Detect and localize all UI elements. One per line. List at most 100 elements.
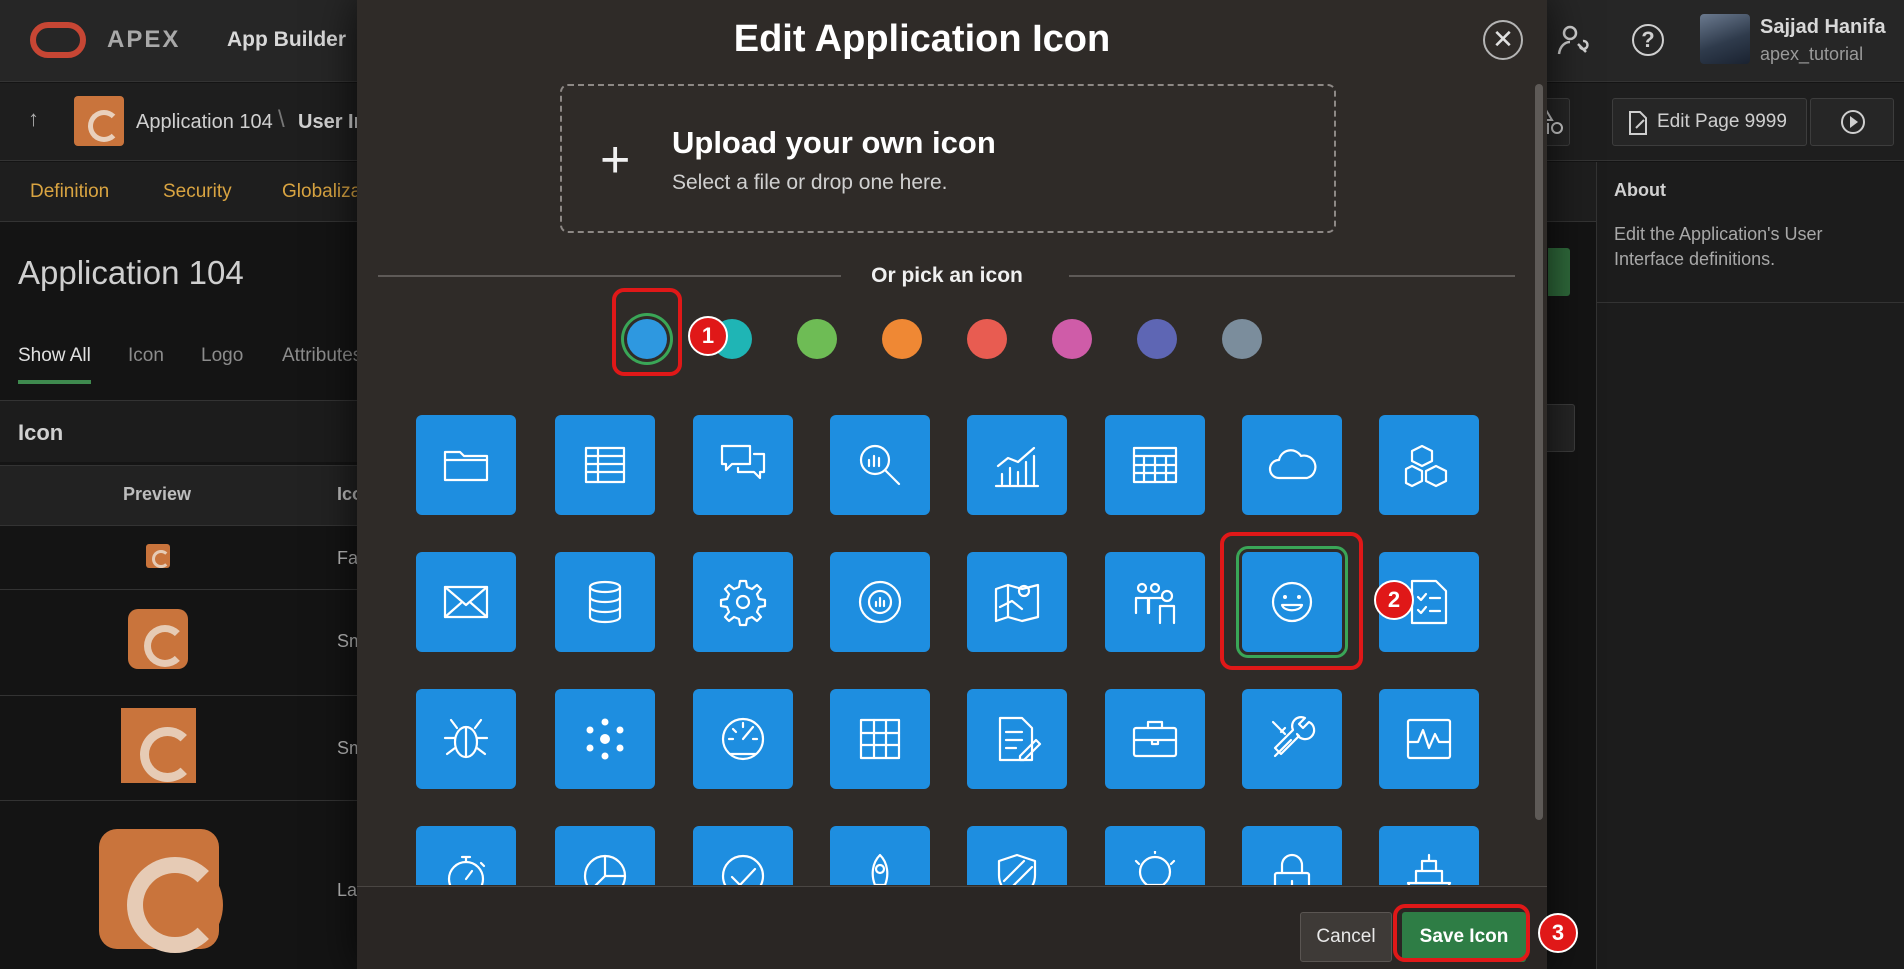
icon-tile[interactable]: [416, 826, 516, 885]
icon-tile[interactable]: [1105, 689, 1205, 789]
gauge-icon: [721, 717, 765, 761]
help-icon[interactable]: ?: [1632, 24, 1664, 56]
annotation-highlight-color: [612, 288, 682, 376]
pie-chart-icon: [583, 854, 627, 885]
active-tab-indicator: [18, 380, 91, 384]
icon-tile[interactable]: [967, 689, 1067, 789]
row-divider: [0, 695, 360, 696]
icon-tile[interactable]: [1105, 415, 1205, 515]
color-swatch[interactable]: [797, 319, 837, 359]
subtab-attributes[interactable]: Attributes: [282, 345, 362, 367]
admin-user-icon[interactable]: [1556, 22, 1592, 58]
column-header-preview: Preview: [123, 484, 192, 504]
run-page-button[interactable]: [1810, 98, 1894, 146]
map-pin-icon: [994, 583, 1040, 623]
nodes-icon: [586, 718, 624, 760]
avatar[interactable]: [1700, 14, 1750, 64]
icon-tile[interactable]: [416, 415, 516, 515]
color-swatch[interactable]: [1137, 319, 1177, 359]
calendar-grid-icon: [1132, 446, 1178, 484]
page-title: Application 104: [18, 254, 244, 291]
shield-icon: [997, 853, 1037, 885]
icon-tile[interactable]: [1242, 415, 1342, 515]
apex-brand: APEX: [107, 26, 181, 53]
bug-icon: [443, 718, 489, 759]
database-icon: [588, 580, 622, 624]
icon-tile[interactable]: [693, 415, 793, 515]
icon-tile[interactable]: [967, 552, 1067, 652]
annotation-number: 3: [1538, 913, 1578, 953]
icon-tile[interactable]: [693, 826, 793, 885]
icon-tile[interactable]: [1379, 689, 1479, 789]
large-icon-preview: [99, 829, 223, 953]
about-text: Edit the Application's User Interface de…: [1614, 224, 1823, 269]
subtab-logo[interactable]: Logo: [201, 345, 243, 367]
annotation-highlight-save: [1393, 904, 1530, 962]
row-divider: [0, 589, 360, 590]
tab-security[interactable]: Security: [163, 181, 232, 203]
plus-icon: +: [600, 131, 631, 189]
cloud-icon: [1268, 449, 1317, 480]
subtab-show-all[interactable]: Show All: [18, 345, 91, 367]
grid-icon: [859, 718, 901, 760]
row-label: Fa: [337, 548, 359, 568]
up-arrow-icon[interactable]: ↑: [28, 106, 39, 132]
rocket-icon: [871, 853, 889, 885]
small-square-icon-preview: [121, 708, 196, 783]
icon-tile[interactable]: [555, 689, 655, 789]
icon-tile[interactable]: [1379, 415, 1479, 515]
dialog-scrollbar[interactable]: [1535, 84, 1543, 820]
lock-icon: [1273, 853, 1311, 885]
lightbulb-icon: [1134, 851, 1176, 885]
tab-definition[interactable]: Definition: [30, 181, 109, 203]
breadcrumb-application[interactable]: Application 104: [136, 111, 273, 134]
breadcrumb-separator: \: [278, 106, 285, 133]
icon-tile[interactable]: [830, 552, 930, 652]
icon-tile[interactable]: [1379, 826, 1479, 885]
color-swatch[interactable]: [1052, 319, 1092, 359]
page-edit-icon: [1626, 110, 1650, 141]
annotation-number: 1: [688, 316, 728, 356]
about-title: About: [1614, 180, 1666, 200]
about-panel: [1596, 162, 1904, 969]
cancel-button[interactable]: Cancel: [1300, 912, 1392, 962]
cubes-icon: [1404, 444, 1448, 488]
close-dialog-button[interactable]: ✕: [1483, 20, 1523, 60]
divider: [1596, 302, 1904, 303]
icon-tile[interactable]: [693, 689, 793, 789]
icon-tile[interactable]: [967, 415, 1067, 515]
icon-tile[interactable]: [830, 826, 930, 885]
oracle-logo[interactable]: [30, 22, 86, 58]
row-label: La: [337, 880, 358, 900]
icon-tile[interactable]: [555, 826, 655, 885]
icon-tile[interactable]: [693, 552, 793, 652]
icon-tile[interactable]: [1242, 689, 1342, 789]
pick-icon-label: Or pick an icon: [871, 264, 1023, 287]
wrench-screwdriver-icon: [1271, 716, 1316, 758]
app-builder-menu[interactable]: App Builder: [227, 28, 346, 52]
people-icon: [1134, 582, 1176, 625]
color-swatch[interactable]: [967, 319, 1007, 359]
favicon-preview: [146, 544, 170, 568]
icon-tile[interactable]: [416, 689, 516, 789]
tab-globalization[interactable]: Globaliza: [282, 181, 361, 203]
user-name[interactable]: Sajjad Hanifa: [1760, 16, 1886, 39]
annotation-number: 2: [1374, 580, 1414, 620]
annotation-highlight-icon: [1220, 532, 1363, 670]
apply-button-edge[interactable]: [1548, 248, 1570, 296]
icon-tile[interactable]: [1105, 552, 1205, 652]
icon-tile[interactable]: [1105, 826, 1205, 885]
icon-tile[interactable]: [416, 552, 516, 652]
icon-tile[interactable]: [555, 552, 655, 652]
dialog-title: Edit Application Icon: [733, 18, 1111, 60]
color-swatch[interactable]: [882, 319, 922, 359]
row-divider: [0, 800, 360, 801]
small-icon-preview: [128, 609, 188, 669]
icon-tile[interactable]: [830, 415, 930, 515]
icon-tile[interactable]: [967, 826, 1067, 885]
color-swatch[interactable]: [1222, 319, 1262, 359]
icon-tile[interactable]: [555, 415, 655, 515]
icon-tile[interactable]: [830, 689, 930, 789]
subtab-icon[interactable]: Icon: [128, 345, 164, 367]
icon-tile[interactable]: [1242, 826, 1342, 885]
